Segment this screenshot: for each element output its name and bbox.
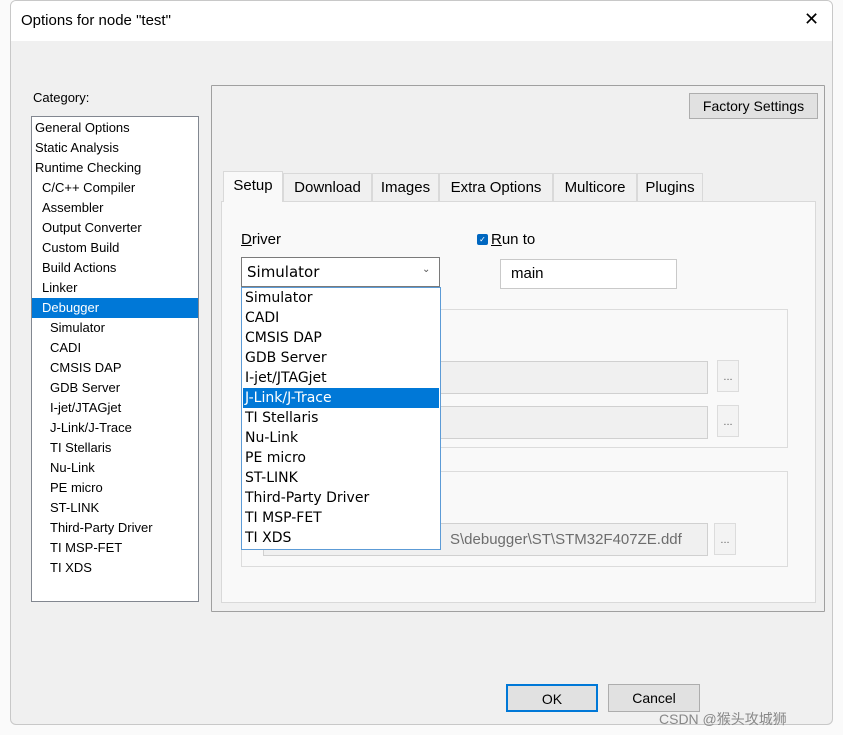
category-item[interactable]: Third-Party Driver: [32, 518, 198, 538]
driver-option[interactable]: TI XDS: [243, 528, 439, 548]
driver-option[interactable]: GDB Server: [243, 348, 439, 368]
category-item[interactable]: TI MSP-FET: [32, 538, 198, 558]
tab-images[interactable]: Images: [372, 173, 439, 201]
category-item[interactable]: C/C++ Compiler: [32, 178, 198, 198]
cancel-button[interactable]: Cancel: [608, 684, 700, 712]
category-item[interactable]: Build Actions: [32, 258, 198, 278]
driver-option[interactable]: CMSIS DAP: [243, 328, 439, 348]
driver-option[interactable]: Third-Party Driver: [243, 488, 439, 508]
category-item[interactable]: TI Stellaris: [32, 438, 198, 458]
category-item[interactable]: CADI: [32, 338, 198, 358]
run-to-checkbox[interactable]: ✓: [477, 234, 488, 245]
browse-button[interactable]: ...: [714, 523, 736, 555]
category-item[interactable]: Linker: [32, 278, 198, 298]
category-item[interactable]: ST-LINK: [32, 498, 198, 518]
ok-button[interactable]: OK: [506, 684, 598, 712]
title-bar: Options for node "test" ✕: [11, 1, 832, 41]
watermark: CSDN @猴头攻城狮: [659, 711, 787, 727]
run-to-label: Run to: [491, 231, 536, 248]
tab-extra-options[interactable]: Extra Options: [439, 173, 553, 201]
category-list[interactable]: General Options Static Analysis Runtime Ch…: [31, 116, 199, 602]
tab-download[interactable]: Download: [283, 173, 372, 201]
category-item[interactable]: CMSIS DAP: [32, 358, 198, 378]
category-item[interactable]: Nu-Link: [32, 458, 198, 478]
category-item[interactable]: I-jet/JTAGjet: [32, 398, 198, 418]
driver-label: Driver: [241, 231, 282, 248]
driver-option[interactable]: CADI: [243, 308, 439, 328]
close-icon[interactable]: ✕: [804, 9, 819, 30]
driver-option[interactable]: TI Stellaris: [243, 408, 439, 428]
driver-select[interactable]: Simulator ⌄: [241, 257, 440, 287]
category-item[interactable]: Custom Build: [32, 238, 198, 258]
browse-button[interactable]: ...: [717, 360, 739, 392]
category-item[interactable]: Runtime Checking: [32, 158, 198, 178]
category-item[interactable]: Assembler: [32, 198, 198, 218]
chevron-down-icon: ⌄: [422, 264, 431, 275]
tab-setup[interactable]: Setup: [223, 171, 283, 202]
driver-option[interactable]: ST-LINK: [243, 468, 439, 488]
run-to-input[interactable]: main: [500, 259, 677, 289]
category-item[interactable]: J-Link/J-Trace: [32, 418, 198, 438]
tab-multicore[interactable]: Multicore: [553, 173, 637, 201]
driver-option[interactable]: J-Link/J-Trace: [243, 388, 439, 408]
category-item[interactable]: PE micro: [32, 478, 198, 498]
category-item[interactable]: TI XDS: [32, 558, 198, 578]
options-dialog: Options for node "test" ✕ Category: Gene…: [10, 0, 833, 725]
category-item[interactable]: GDB Server: [32, 378, 198, 398]
category-label: Category:: [33, 90, 90, 105]
driver-option[interactable]: Nu-Link: [243, 428, 439, 448]
tab-plugins[interactable]: Plugins: [637, 173, 703, 201]
driver-option[interactable]: I-jet/JTAGjet: [243, 368, 439, 388]
browse-button[interactable]: ...: [717, 405, 739, 437]
driver-dropdown-list[interactable]: Simulator CADI CMSIS DAP GDB Server I-jet/JT…: [241, 287, 441, 550]
driver-option[interactable]: Simulator: [243, 288, 439, 308]
dialog-title: Options for node "test": [21, 12, 171, 29]
category-item[interactable]: Output Converter: [32, 218, 198, 238]
driver-option[interactable]: TI MSP-FET: [243, 508, 439, 528]
category-item[interactable]: Simulator: [32, 318, 198, 338]
category-item[interactable]: General Options: [32, 118, 198, 138]
driver-option[interactable]: PE micro: [243, 448, 439, 468]
category-item[interactable]: Static Analysis: [32, 138, 198, 158]
factory-settings-button[interactable]: Factory Settings: [689, 93, 818, 119]
category-item[interactable]: Debugger: [32, 298, 198, 318]
